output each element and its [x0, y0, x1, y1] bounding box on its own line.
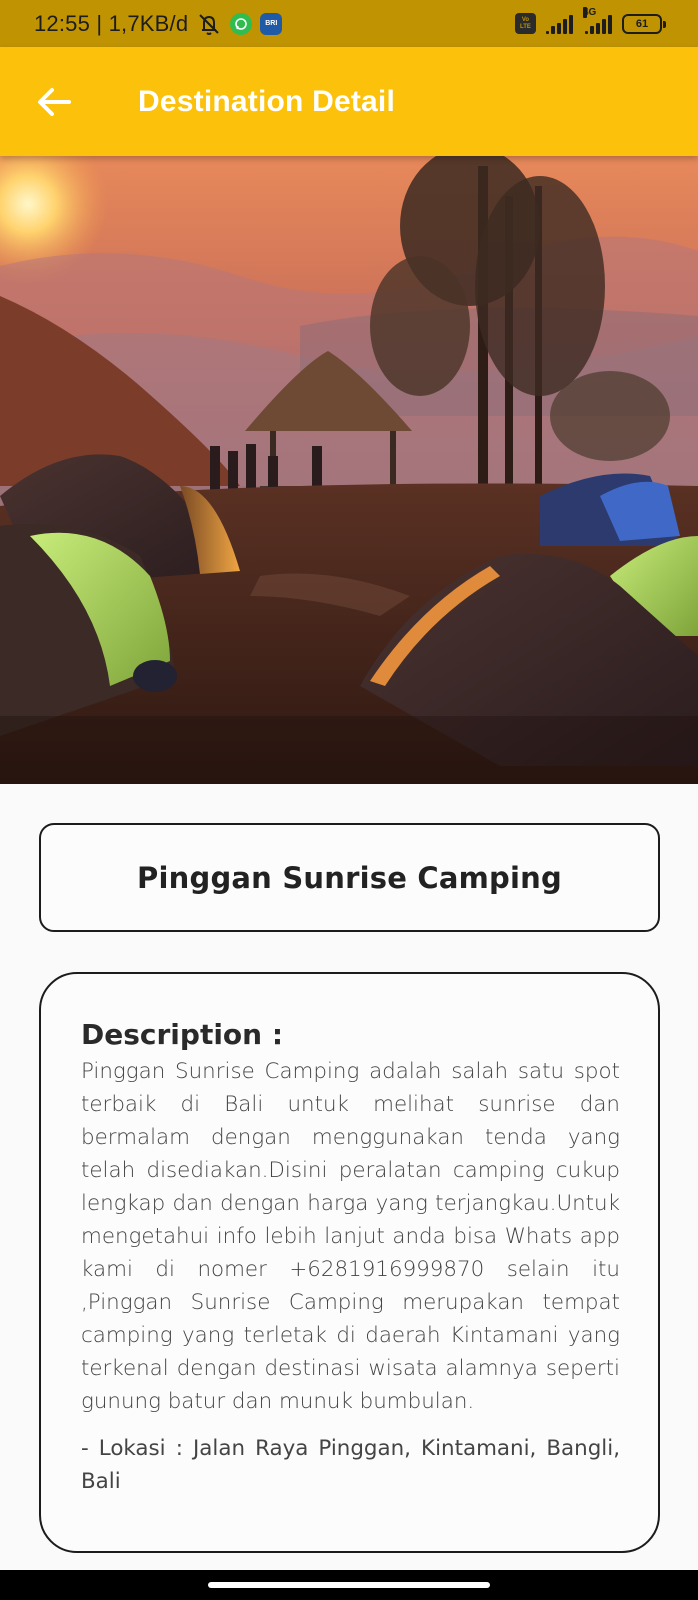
- battery-level: 61: [635, 17, 649, 30]
- status-left: 12:55 | 1,7KB/d BRI: [34, 10, 283, 37]
- volte-bottom-label: LTE: [520, 23, 531, 30]
- destination-photo: [0, 156, 698, 784]
- description-text: Pinggan Sunrise Camping adalah salah sat…: [81, 1059, 620, 1414]
- status-bar: 12:55 | 1,7KB/d BRI Vo LTE 4G 61: [0, 0, 698, 47]
- description-heading: Description :: [81, 1018, 284, 1051]
- arrow-left-icon: [38, 87, 71, 116]
- status-time: 12:55 | 1,7KB/d: [34, 10, 189, 36]
- destination-name: Pinggan Sunrise Camping: [137, 860, 562, 895]
- bri-app-icon: BRI: [260, 12, 283, 35]
- system-navigation-bar: [0, 1570, 698, 1600]
- app-bar: Destination Detail: [0, 47, 698, 156]
- whatsapp-icon: [230, 12, 253, 35]
- battery-icon: 61: [622, 13, 666, 34]
- back-button[interactable]: [26, 74, 82, 130]
- page-title: Destination Detail: [138, 84, 395, 118]
- home-indicator[interactable]: [208, 1581, 490, 1588]
- location-text: - Lokasi : Jalan Raya Pinggan, Kintamani…: [81, 1436, 620, 1494]
- notifications-muted-icon: [199, 13, 219, 35]
- signal-strength-4g-icon: 4G: [583, 6, 612, 34]
- description-card: Description : Pinggan Sunrise Camping ad…: [39, 972, 660, 1553]
- status-right: Vo LTE 4G 61: [515, 6, 666, 34]
- description-scroll-area[interactable]: Description : Pinggan Sunrise Camping ad…: [81, 1018, 620, 1516]
- volte-icon: Vo LTE: [515, 13, 536, 34]
- volte-top-label: Vo: [521, 16, 530, 23]
- signal-strength-icon: [546, 14, 573, 34]
- network-type-label: 4G: [583, 6, 597, 18]
- destination-title-card: Pinggan Sunrise Camping: [39, 823, 660, 932]
